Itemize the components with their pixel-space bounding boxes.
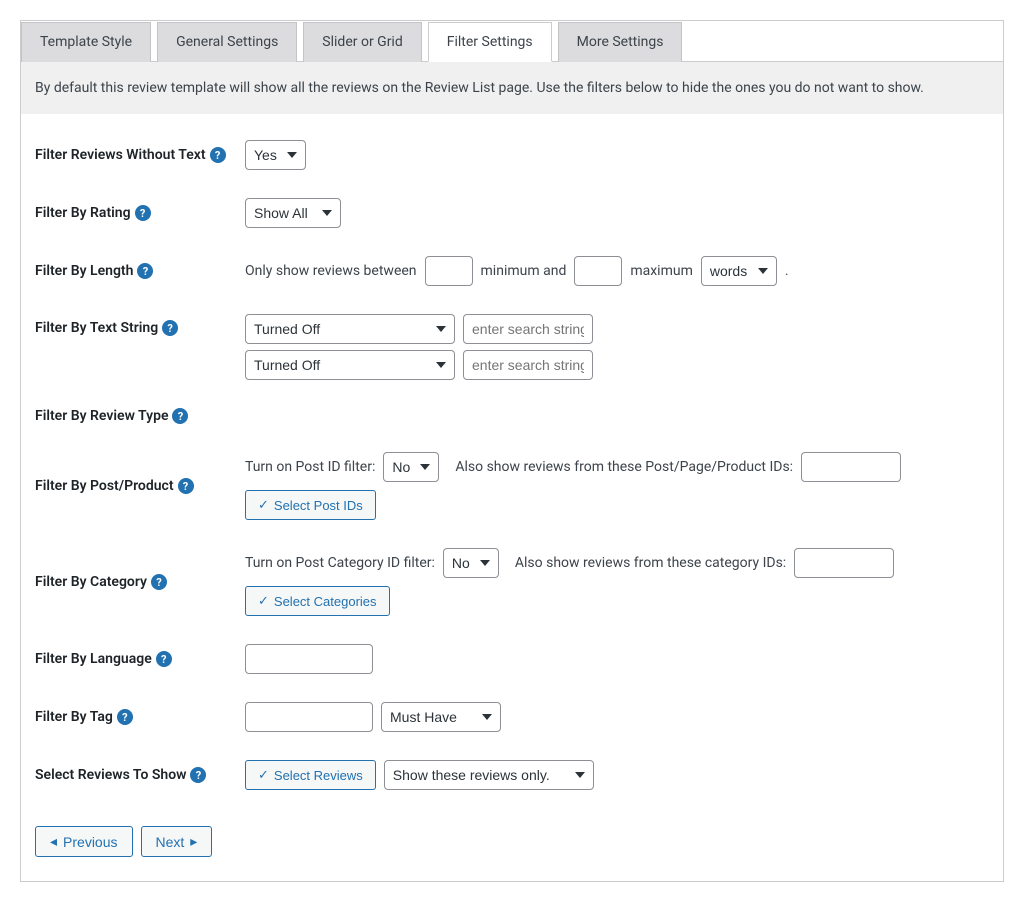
select-reviews-button[interactable]: ✓ Select Reviews (245, 760, 376, 790)
help-icon[interactable]: ? (135, 205, 151, 221)
intro-text: By default this review template will sho… (21, 61, 1003, 114)
label-filter-by-tag: Filter By Tag (35, 709, 113, 725)
select-tag-mode[interactable]: Must Have (381, 702, 501, 732)
input-length-min[interactable] (425, 256, 473, 286)
input-length-max[interactable] (574, 256, 622, 286)
triangle-left-icon: ◂ (50, 833, 57, 850)
category-turn-on-label: Turn on Post Category ID filter: (245, 555, 435, 571)
previous-button[interactable]: ◂ Previous (35, 826, 133, 857)
label-filter-by-text-string: Filter By Text String (35, 320, 158, 336)
tab-more-settings[interactable]: More Settings (558, 22, 683, 62)
length-min-label: minimum and (481, 263, 567, 279)
row-select-reviews-to-show: Select Reviews To Show ? ✓ Select Review… (35, 746, 989, 804)
help-icon[interactable]: ? (151, 574, 167, 590)
help-icon[interactable]: ? (190, 767, 206, 783)
input-category-ids[interactable] (794, 548, 894, 578)
label-filter-by-category: Filter By Category (35, 574, 147, 590)
input-text-string-2[interactable] (463, 350, 593, 380)
check-icon: ✓ (258, 767, 269, 783)
label-filter-by-length: Filter By Length (35, 263, 133, 279)
nav-buttons: ◂ Previous Next ▸ (35, 826, 989, 857)
select-reviews-button-label: Select Reviews (274, 768, 363, 783)
tab-nav: Template Style General Settings Slider o… (21, 21, 1003, 61)
label-filter-by-review-type: Filter By Review Type (35, 408, 168, 424)
tab-general-settings[interactable]: General Settings (157, 22, 297, 62)
label-select-reviews-to-show: Select Reviews To Show (35, 767, 186, 783)
input-text-string-1[interactable] (463, 314, 593, 344)
select-categories-button[interactable]: ✓ Select Categories (245, 586, 390, 616)
help-icon[interactable]: ? (117, 709, 133, 725)
select-text-string-2-mode[interactable]: Turned Off (245, 350, 455, 380)
filter-settings-panel: Template Style General Settings Slider o… (20, 20, 1004, 882)
row-filter-by-tag: Filter By Tag ? Must Have (35, 688, 989, 746)
select-filter-by-rating[interactable]: Show All (245, 198, 341, 228)
select-post-ids-button[interactable]: ✓ Select Post IDs (245, 490, 376, 520)
row-filter-by-text-string: Filter By Text String ? Turned Off Turne… (35, 300, 989, 394)
select-text-string-1-mode[interactable]: Turned Off (245, 314, 455, 344)
select-post-id-filter[interactable]: No (383, 452, 439, 482)
check-icon: ✓ (258, 497, 269, 513)
help-icon[interactable]: ? (156, 651, 172, 667)
row-filter-by-language: Filter By Language ? (35, 630, 989, 688)
label-filter-by-language: Filter By Language (35, 651, 152, 667)
select-length-unit[interactable]: words (701, 256, 777, 286)
help-icon[interactable]: ? (178, 478, 194, 494)
select-reviews-mode[interactable]: Show these reviews only. (384, 760, 594, 790)
row-filter-by-post-product: Filter By Post/Product ? Turn on Post ID… (35, 438, 989, 534)
row-filter-by-length: Filter By Length ? Only show reviews bet… (35, 242, 989, 300)
select-filter-without-text[interactable]: Yes (245, 140, 306, 170)
label-filter-by-rating: Filter By Rating (35, 205, 131, 221)
tab-filter-settings[interactable]: Filter Settings (428, 22, 552, 62)
row-filter-by-category: Filter By Category ? Turn on Post Catego… (35, 534, 989, 630)
tab-slider-or-grid[interactable]: Slider or Grid (303, 22, 421, 62)
next-button-label: Next (156, 834, 185, 850)
row-filter-without-text: Filter Reviews Without Text ? Yes (35, 126, 989, 184)
select-categories-button-label: Select Categories (274, 594, 377, 609)
label-filter-by-post-product: Filter By Post/Product (35, 478, 174, 494)
row-filter-by-review-type: Filter By Review Type ? (35, 394, 989, 438)
input-post-ids[interactable] (801, 452, 901, 482)
help-icon[interactable]: ? (210, 147, 226, 163)
help-icon[interactable]: ? (172, 408, 188, 424)
input-language[interactable] (245, 644, 373, 674)
category-also-label: Also show reviews from these category ID… (515, 555, 786, 571)
form-area: Filter Reviews Without Text ? Yes Filter… (21, 114, 1003, 881)
post-also-label: Also show reviews from these Post/Page/P… (455, 459, 793, 475)
post-turn-on-label: Turn on Post ID filter: (245, 459, 375, 475)
length-prefix: Only show reviews between (245, 263, 417, 279)
label-filter-without-text: Filter Reviews Without Text (35, 147, 206, 163)
row-filter-by-rating: Filter By Rating ? Show All (35, 184, 989, 242)
select-category-id-filter[interactable]: No (443, 548, 499, 578)
help-icon[interactable]: ? (162, 320, 178, 336)
check-icon: ✓ (258, 593, 269, 609)
help-icon[interactable]: ? (137, 263, 153, 279)
length-max-label: maximum (630, 263, 693, 279)
previous-button-label: Previous (63, 834, 117, 850)
length-suffix: . (785, 263, 789, 279)
triangle-right-icon: ▸ (190, 833, 197, 850)
next-button[interactable]: Next ▸ (141, 826, 213, 857)
tab-template-style[interactable]: Template Style (21, 22, 151, 62)
input-tag[interactable] (245, 702, 373, 732)
select-post-ids-button-label: Select Post IDs (274, 498, 363, 513)
